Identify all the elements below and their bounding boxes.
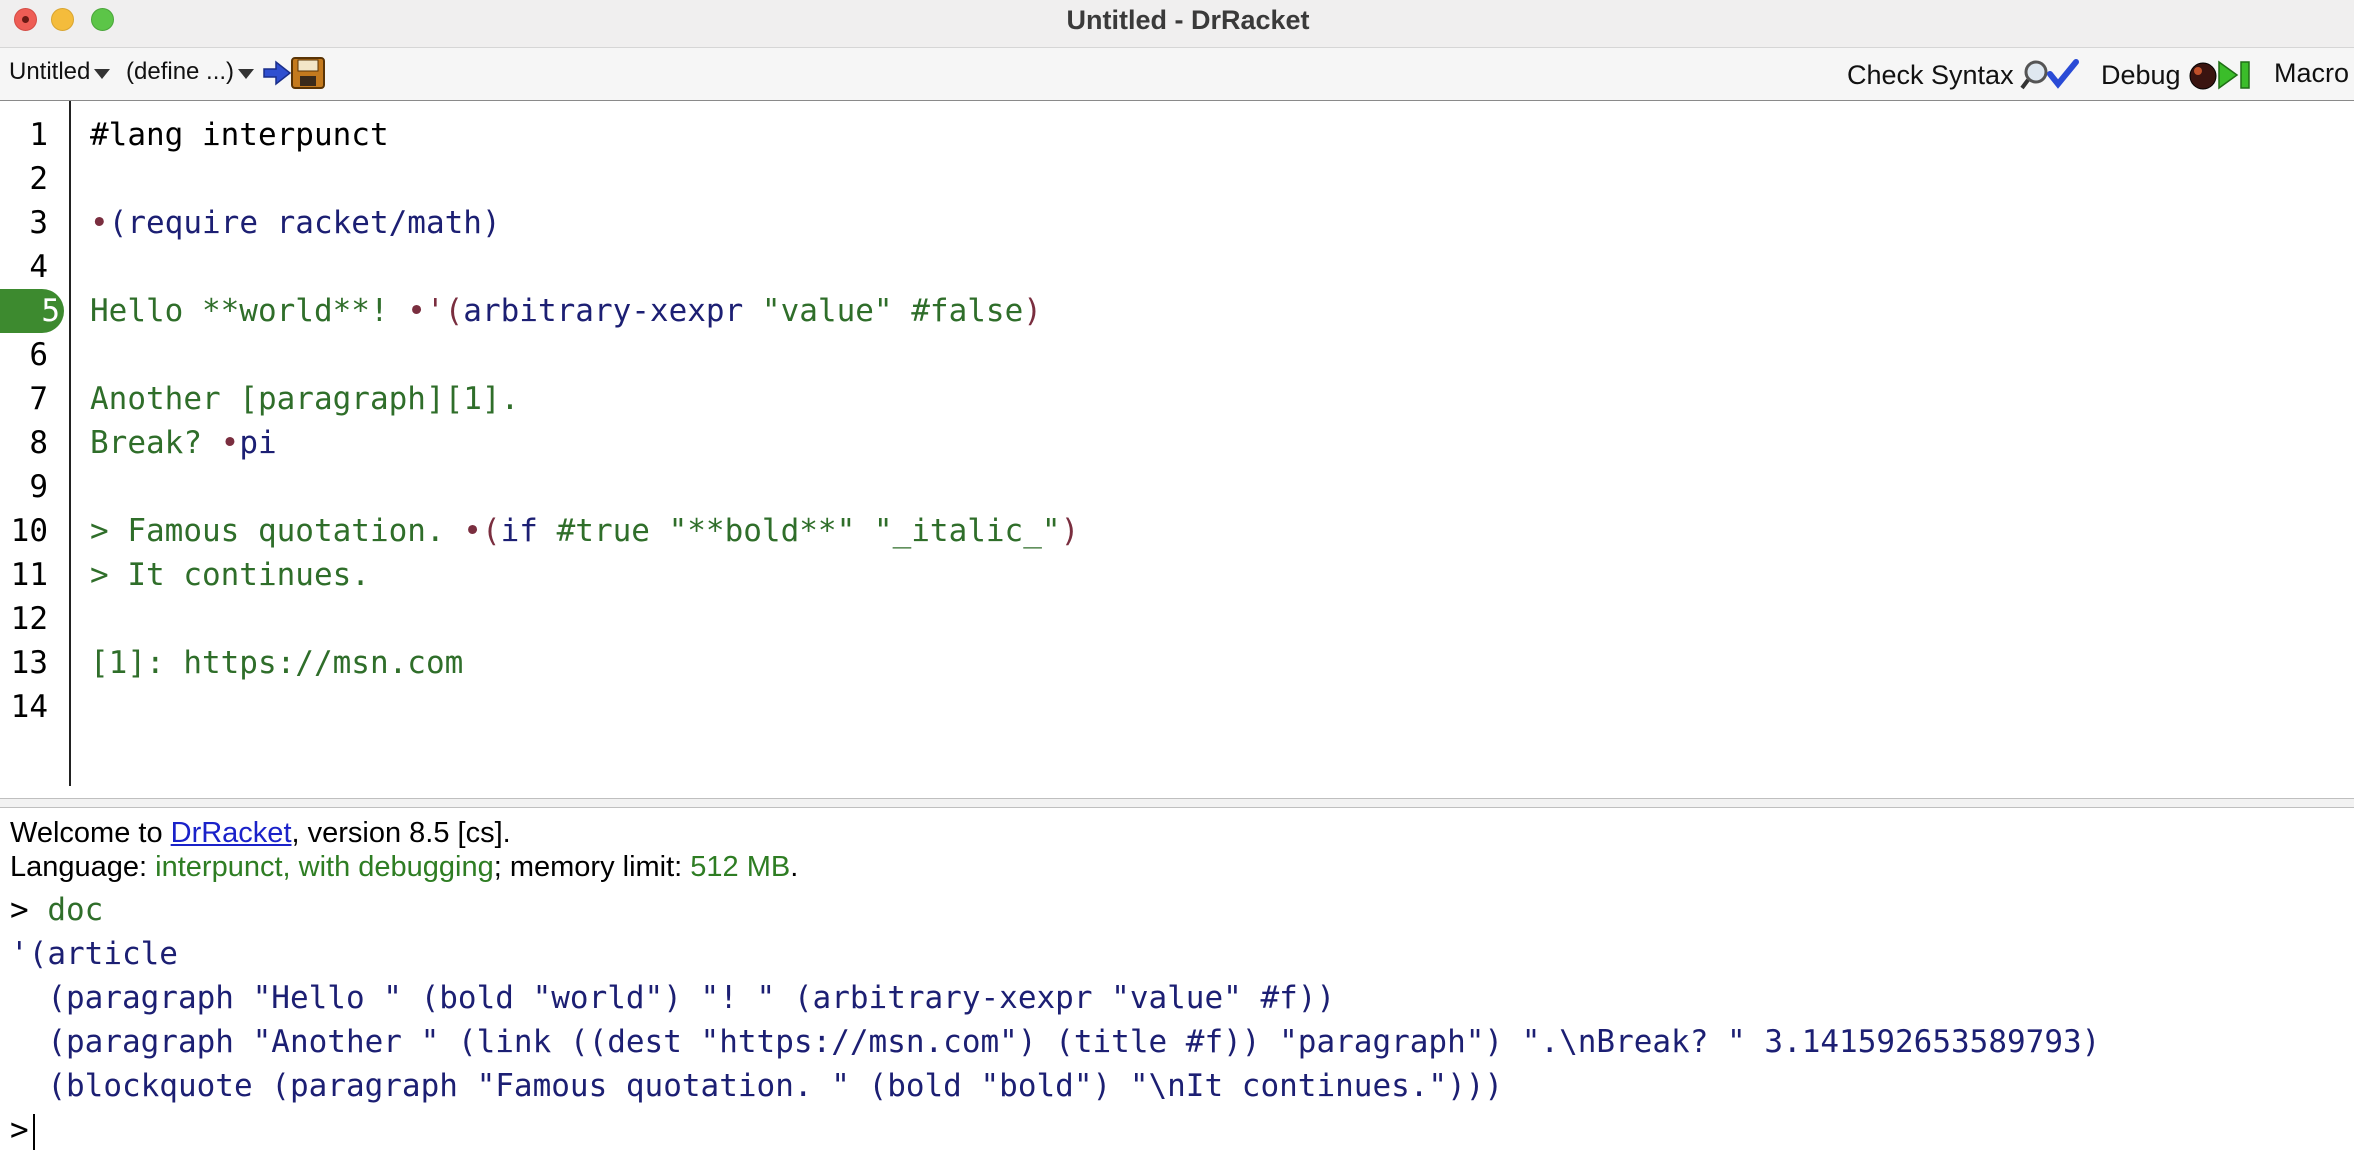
line-number: 7 [29, 381, 48, 417]
file-name-menu[interactable]: Untitled [9, 58, 111, 86]
code-line: Break? •pi [90, 421, 277, 465]
code-boolean: #false [911, 293, 1024, 329]
text-cursor [32, 1113, 35, 1150]
code-line: Hello **world**! •'(arbitrary-xexpr "val… [90, 289, 1042, 333]
welcome-prefix: Welcome to [10, 817, 171, 849]
macro-stepper-button[interactable]: Macro [2274, 58, 2349, 89]
magnifier-check-icon [2019, 59, 2079, 90]
line-number: 10 [10, 513, 48, 549]
repl-input-line: > doc [10, 888, 103, 932]
repl-prompt-line[interactable]: > [10, 1108, 35, 1152]
code-identifier: arbitrary-xexpr [463, 293, 744, 329]
repl-output-line: (paragraph "Another " (link ((dest "http… [10, 1024, 2101, 1060]
quote-mark: ' [425, 293, 445, 329]
code-boolean: #true [537, 513, 669, 549]
code-keyword: if [500, 513, 538, 549]
memory-value: 512 MB [690, 851, 791, 883]
line-number: 2 [29, 161, 48, 197]
interpunct-marker: • [90, 205, 109, 241]
language-name: interpunct, with debugging [155, 851, 494, 883]
memory-suffix: . [790, 851, 799, 883]
check-syntax-button[interactable]: Check Syntax [1847, 58, 2080, 92]
pane-resize-handle[interactable] [0, 798, 2354, 808]
define-menu[interactable]: (define ...) [126, 58, 255, 86]
file-name-label: Untitled [9, 58, 91, 85]
toolbar: Untitled (define ...) Check Syntax Debug… [0, 48, 2354, 101]
paren: ) [1060, 513, 1080, 549]
line-number: 1 [29, 117, 48, 153]
repl-output-line: (blockquote (paragraph "Famous quotation… [10, 1068, 1504, 1104]
paren: ( [481, 513, 501, 549]
chevron-down-icon [94, 69, 111, 79]
line-number: 13 [10, 645, 48, 681]
language-message: Language: interpunct, with debugging; me… [10, 850, 798, 884]
macro-label: Macro [2274, 58, 2350, 88]
debug-button[interactable]: Debug [2101, 58, 2263, 92]
code-line: Another [paragraph][1]. [90, 381, 520, 417]
paren: ( [444, 293, 464, 329]
chevron-down-icon [238, 69, 255, 79]
current-line-number: 5 [0, 289, 64, 333]
repl-output-line: (paragraph "Hello " (bold "world") "! " … [10, 980, 1336, 1016]
code-line: > It continues. [90, 557, 370, 593]
interpunct-marker: • [407, 293, 426, 329]
repl-prompt: > [10, 1112, 29, 1148]
code-line: [1]: https://msn.com [90, 645, 464, 681]
memory-prefix: ; memory limit: [493, 851, 691, 883]
line-number: 11 [10, 557, 48, 593]
markdown-text: Break? [90, 425, 221, 461]
code-string: "_italic_" [855, 513, 1061, 549]
code-line: •(require racket/math) [90, 201, 501, 245]
line-number: 3 [29, 205, 48, 241]
interactions-pane[interactable]: Welcome to DrRacket, version 8.5 [cs]. L… [0, 808, 2354, 1168]
markdown-text: Hello **world**! [90, 293, 408, 329]
code-identifier: pi [239, 425, 277, 461]
welcome-message: Welcome to DrRacket, version 8.5 [cs]. [10, 816, 511, 850]
line-number: 6 [29, 337, 48, 373]
language-prefix: Language: [10, 851, 156, 883]
definitions-editor[interactable]: 1 2 3 4 5 6 7 8 9 10 11 12 13 14 #lang i… [0, 101, 2354, 798]
line-number: 9 [29, 469, 48, 505]
title-bar: Untitled - DrRacket [0, 0, 2354, 48]
code-line: > Famous quotation. •(if #true "**bold**… [90, 509, 1079, 553]
markdown-text: > Famous quotation. [90, 513, 464, 549]
code-line: #lang interpunct [90, 117, 389, 153]
repl-output-line: '(article [10, 936, 178, 972]
line-number: 8 [29, 425, 48, 461]
code-expression: (require racket/math) [108, 205, 501, 241]
interpunct-marker: • [220, 425, 240, 461]
line-number: 14 [10, 689, 48, 725]
drracket-link[interactable]: DrRacket [171, 817, 292, 849]
window-title: Untitled - DrRacket [1066, 5, 1310, 35]
line-number: 4 [29, 249, 48, 285]
paren: ) [1023, 293, 1042, 329]
define-menu-label: (define ...) [126, 58, 235, 85]
line-number: 12 [10, 601, 48, 637]
welcome-suffix: , version 8.5 [cs]. [291, 817, 511, 849]
code-string: "value" [743, 293, 912, 329]
repl-prompt: > [10, 892, 29, 928]
repl-input: doc [47, 892, 104, 928]
check-syntax-label: Check Syntax [1847, 59, 2014, 90]
code-string: "**bold**" [668, 513, 856, 549]
bug-step-icon [2189, 60, 2250, 90]
save-file-icon[interactable] [262, 56, 328, 90]
interpunct-marker: • [463, 513, 482, 549]
debug-label: Debug [2101, 59, 2181, 90]
